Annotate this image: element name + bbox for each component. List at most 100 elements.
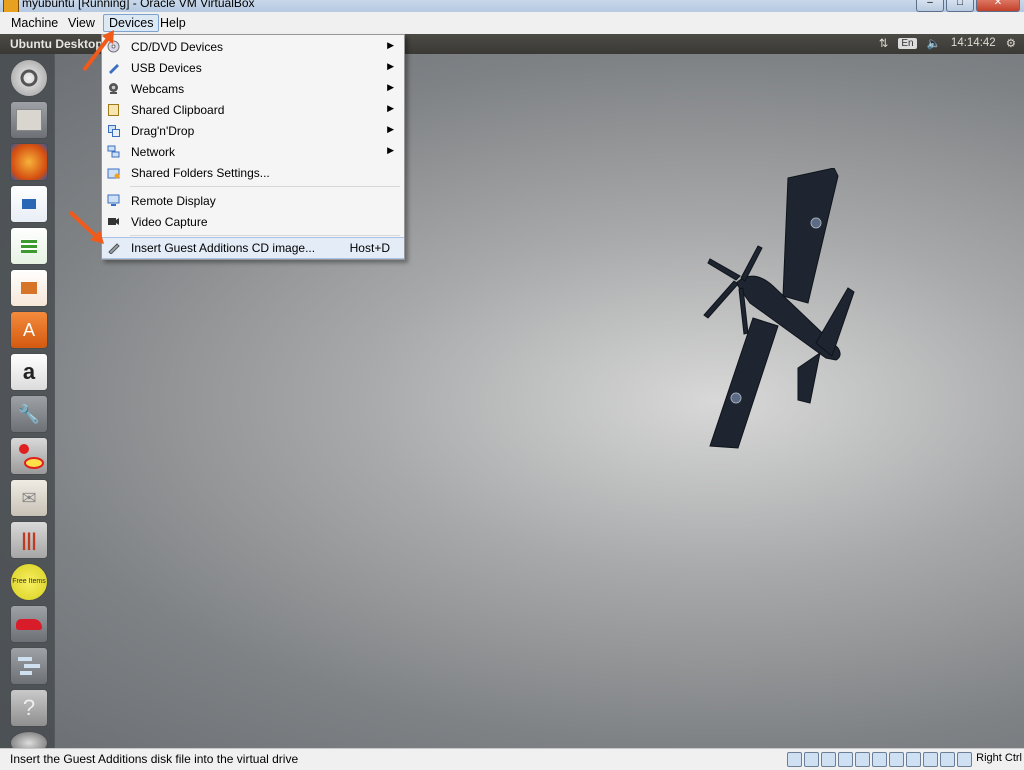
menu-item-remote-display[interactable]: Remote Display	[102, 191, 404, 211]
writer-icon[interactable]	[10, 185, 48, 223]
submenu-arrow-icon: ▶	[387, 124, 394, 134]
menu-separator	[130, 235, 400, 236]
ubuntu-logo-icon	[20, 69, 38, 87]
keyboard-layout-indicator[interactable]: En	[898, 37, 917, 49]
audio-status-icon[interactable]	[821, 752, 836, 767]
diagram-glyph	[19, 444, 44, 469]
menu-item-drag-n-drop[interactable]: Drag'n'Drop ▶	[102, 121, 404, 141]
menu-item-usb[interactable]: USB Devices ▶	[102, 58, 404, 78]
menu-machine[interactable]: Machine	[6, 15, 63, 31]
menu-item-label: CD/DVD Devices	[131, 40, 224, 54]
freemium-label: Free Items	[12, 578, 46, 585]
menu-item-insert-guest-additions[interactable]: Insert Guest Additions CD image... Host+…	[102, 237, 404, 259]
host-key-status-icon[interactable]	[957, 752, 972, 767]
gantt-icon[interactable]	[10, 647, 48, 685]
impress-icon[interactable]	[10, 269, 48, 307]
menu-item-webcams[interactable]: Webcams ▶	[102, 79, 404, 99]
menu-item-network[interactable]: Network ▶	[102, 142, 404, 162]
network-icon	[107, 145, 120, 158]
menu-item-label: Network	[131, 145, 176, 159]
maximize-button[interactable]: □	[946, 0, 974, 12]
menu-item-label: Drag'n'Drop	[131, 124, 195, 138]
diagram-app-icon[interactable]	[10, 437, 48, 475]
question-mark-glyph: ?	[22, 695, 36, 720]
roundel-lower	[730, 392, 742, 404]
shared-folder-icon	[107, 168, 120, 179]
devices-menu: CD/DVD Devices ▶ USB Devices ▶ Webcams ▶…	[101, 34, 405, 260]
power-gear-icon[interactable]: ⚙	[1006, 36, 1016, 50]
window-titlebar[interactable]: myubuntu [Running] - Oracle VM VirtualBo…	[0, 0, 1024, 12]
amazon-glyph: a	[22, 359, 36, 384]
menu-item-cd-dvd[interactable]: CD/DVD Devices ▶	[102, 37, 404, 57]
calc-icon[interactable]	[10, 227, 48, 265]
webcam-icon	[109, 83, 118, 94]
menu-item-label: Shared Folders Settings...	[131, 166, 270, 180]
files-icon[interactable]	[10, 101, 48, 139]
drawer-icon	[16, 109, 42, 131]
unity-launcher: A a 🔧 ✉ ||| Free Items ?	[0, 54, 55, 755]
status-text: Insert the Guest Additions disk file int…	[10, 752, 299, 766]
software-center-icon[interactable]: A	[10, 311, 48, 349]
envelope-icon: ✉	[21, 487, 37, 508]
window-title: myubuntu [Running] - Oracle VM VirtualBo…	[22, 0, 255, 10]
network-transfer-icon[interactable]: ⇅	[879, 36, 889, 50]
firefox-icon[interactable]	[10, 143, 48, 181]
gantt-glyph	[18, 657, 40, 675]
menu-item-label: Insert Guest Additions CD image...	[131, 241, 316, 255]
red-car-icon	[16, 618, 42, 630]
airplane-image	[703, 168, 855, 449]
mixer-icon[interactable]: |||	[10, 521, 48, 559]
calc-glyph	[21, 239, 37, 253]
system-settings-icon[interactable]: 🔧	[10, 395, 48, 433]
menu-item-video-capture[interactable]: Video Capture	[102, 212, 404, 232]
roundel-upper	[810, 217, 822, 229]
hdd-status-icon[interactable]	[787, 752, 802, 767]
mail-icon[interactable]: ✉	[10, 479, 48, 517]
cpu-status-icon[interactable]	[923, 752, 938, 767]
guest-additions-icon	[108, 243, 120, 254]
status-indicators	[787, 752, 972, 767]
menubar: Machine View Devices Help	[0, 12, 1024, 35]
minimize-button[interactable]: –	[916, 0, 944, 12]
virtualbox-app-icon	[3, 0, 19, 12]
submenu-arrow-icon: ▶	[387, 82, 394, 92]
remote-display-icon	[107, 194, 120, 206]
menu-item-shortcut: Host+D	[349, 241, 390, 255]
host-key-label: Right Ctrl	[976, 752, 1022, 764]
amazon-icon[interactable]: a	[10, 353, 48, 391]
shared-folders-status-icon[interactable]	[872, 752, 887, 767]
submenu-arrow-icon: ▶	[387, 145, 394, 155]
usb-status-icon[interactable]	[855, 752, 870, 767]
clipboard-icon	[108, 104, 119, 116]
submenu-arrow-icon: ▶	[387, 40, 394, 50]
wrench-icon: 🔧	[17, 403, 41, 424]
mouse-integration-status-icon[interactable]	[940, 752, 955, 767]
network-status-icon[interactable]	[838, 752, 853, 767]
menu-separator	[130, 186, 400, 187]
close-button[interactable]: ✕	[976, 0, 1020, 12]
menu-item-label: Remote Display	[131, 194, 216, 208]
menu-item-shared-folders-settings[interactable]: Shared Folders Settings...	[102, 163, 404, 183]
menu-item-shared-clipboard[interactable]: Shared Clipboard ▶	[102, 100, 404, 120]
clock[interactable]: 14:14:42	[951, 37, 996, 49]
writer-glyph	[22, 199, 36, 209]
car-game-icon[interactable]	[10, 605, 48, 643]
annotation-arrow-icon	[68, 210, 104, 244]
freemium-icon[interactable]: Free Items	[10, 563, 48, 601]
submenu-arrow-icon: ▶	[387, 61, 394, 71]
impress-glyph	[21, 282, 37, 294]
video-capture-status-icon[interactable]	[906, 752, 921, 767]
optical-status-icon[interactable]	[804, 752, 819, 767]
dash-icon[interactable]	[10, 59, 48, 97]
menu-help[interactable]: Help	[155, 15, 191, 31]
display-status-icon[interactable]	[889, 752, 904, 767]
help-icon[interactable]: ?	[10, 689, 48, 727]
menu-item-label: USB Devices	[131, 61, 202, 75]
status-bar: Insert the Guest Additions disk file int…	[0, 748, 1024, 770]
menu-item-label: Video Capture	[131, 215, 208, 229]
menu-item-label: Webcams	[131, 82, 185, 96]
system-tray: ⇅ En 🔈 14:14:42 ⚙	[879, 36, 1016, 50]
submenu-arrow-icon: ▶	[387, 103, 394, 113]
volume-icon[interactable]: 🔈	[927, 36, 941, 50]
window-controls: – □ ✕	[916, 0, 1020, 12]
